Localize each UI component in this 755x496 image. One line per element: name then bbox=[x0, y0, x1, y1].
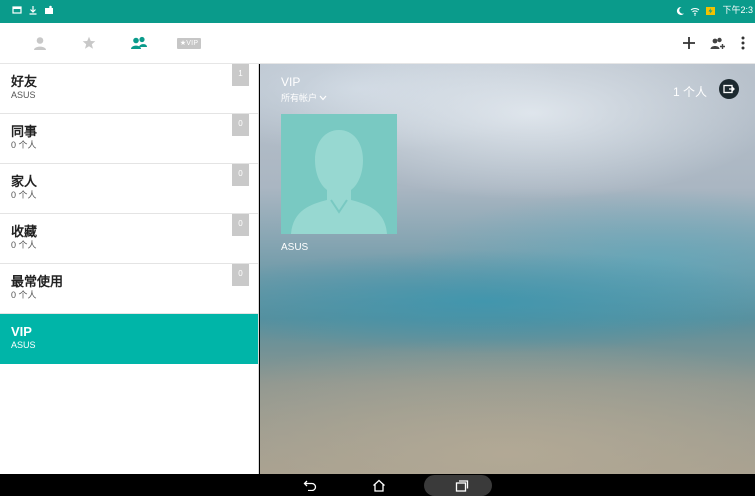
edit-group-button[interactable] bbox=[719, 79, 739, 99]
vip-tab-label: ★VIP bbox=[176, 37, 202, 49]
count-badge: 0 bbox=[232, 114, 249, 136]
contact-name: ASUS bbox=[281, 242, 309, 253]
photo-icon bbox=[45, 5, 53, 14]
count-badge: 0 bbox=[232, 164, 249, 186]
more-icon bbox=[741, 36, 745, 50]
group-item-frequent[interactable]: 最常使用 0 个人 0 bbox=[0, 264, 258, 314]
add-group-icon bbox=[710, 37, 725, 49]
group-detail-pane: VIP 所有帐户 1 个人 ASUS bbox=[260, 64, 755, 474]
group-list: 好友 ASUS 1 同事 0 个人 0 家人 0 个人 0 收藏 0 个人 0 … bbox=[0, 64, 259, 474]
group-item-friends[interactable]: 好友 ASUS 1 bbox=[0, 64, 258, 114]
vip-tab[interactable]: ★VIP bbox=[176, 32, 202, 54]
account-filter-dropdown[interactable]: 所有帐户 bbox=[281, 91, 327, 104]
group-subtitle: ASUS bbox=[11, 340, 36, 350]
group-subtitle: 0 个人 bbox=[11, 140, 37, 150]
group-name: VIP bbox=[11, 324, 32, 339]
download-icon bbox=[29, 6, 37, 15]
contact-card[interactable] bbox=[281, 114, 397, 234]
add-icon bbox=[683, 37, 695, 49]
group-name: 同事 bbox=[11, 124, 38, 139]
group-item-favorites[interactable]: 收藏 0 个人 0 bbox=[0, 214, 258, 264]
more-options-button[interactable] bbox=[736, 32, 750, 54]
group-subtitle: ASUS bbox=[11, 90, 36, 100]
add-contact-button[interactable] bbox=[679, 32, 699, 54]
group-item-vip[interactable]: VIP ASUS bbox=[0, 314, 258, 364]
group-item-colleagues[interactable]: 同事 0 个人 0 bbox=[0, 114, 258, 164]
avatar-placeholder-icon bbox=[291, 130, 387, 234]
count-badge: 1 bbox=[232, 64, 249, 86]
status-bar: 下午2:3 bbox=[0, 0, 755, 23]
home-icon bbox=[373, 479, 385, 492]
back-icon bbox=[303, 480, 317, 491]
notification-icon bbox=[12, 6, 22, 14]
group-name: 好友 bbox=[11, 74, 38, 89]
home-button[interactable] bbox=[369, 478, 389, 492]
group-subtitle: 0 个人 bbox=[11, 290, 37, 300]
group-name: 最常使用 bbox=[11, 274, 64, 289]
group-subtitle: 0 个人 bbox=[11, 240, 37, 250]
chevron-down-icon bbox=[319, 95, 327, 100]
group-name: 家人 bbox=[11, 174, 38, 189]
toolbar: ★VIP bbox=[0, 23, 755, 64]
recent-apps-button[interactable] bbox=[452, 478, 472, 492]
group-icon bbox=[131, 36, 147, 49]
group-subtitle: 0 个人 bbox=[11, 190, 37, 200]
wifi-icon bbox=[691, 7, 700, 16]
moon-icon bbox=[677, 6, 685, 15]
star-icon bbox=[82, 36, 96, 49]
back-button[interactable] bbox=[300, 478, 320, 492]
account-filter-label: 所有帐户 bbox=[281, 93, 318, 103]
member-count: 1 个人 bbox=[672, 85, 707, 99]
contacts-tab[interactable] bbox=[28, 32, 52, 54]
count-badge: 0 bbox=[232, 214, 249, 236]
groups-tab[interactable] bbox=[127, 32, 151, 54]
recent-apps-icon bbox=[455, 479, 469, 492]
group-title: VIP bbox=[281, 75, 301, 89]
status-time: 下午2:3 bbox=[722, 5, 753, 15]
system-nav-bar bbox=[0, 474, 755, 496]
edit-group-icon bbox=[723, 84, 735, 94]
count-badge: 0 bbox=[232, 264, 249, 286]
group-name: 收藏 bbox=[11, 224, 38, 239]
group-item-family[interactable]: 家人 0 个人 0 bbox=[0, 164, 258, 214]
battery-charging-icon bbox=[706, 6, 716, 15]
add-group-button[interactable] bbox=[708, 32, 728, 54]
favorites-tab[interactable] bbox=[77, 32, 101, 54]
person-icon bbox=[34, 37, 46, 50]
